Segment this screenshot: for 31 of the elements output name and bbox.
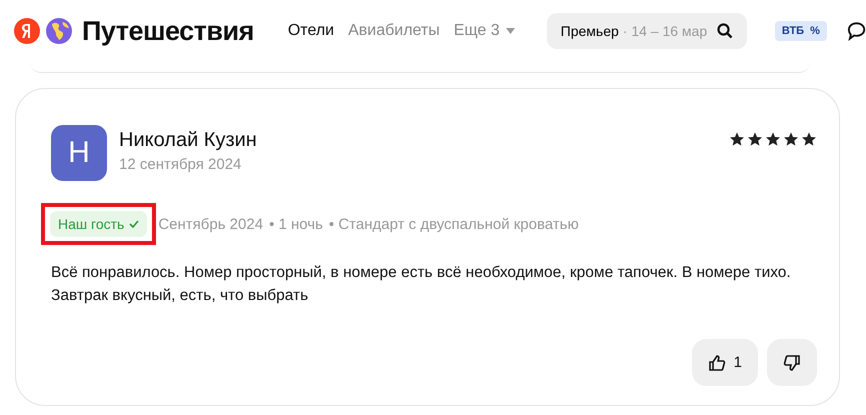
review-text: Всё понравилось. Номер просторный, в номере есть всё необходимое, кроме тапочек. В номере тихо. Завтрак вкусный, есть, что выбрать [51,263,792,306]
star-icon [747,131,763,147]
star-icon [729,131,745,147]
caret-icon [506,28,515,34]
review-date: 12 сентября 2024 [119,156,242,173]
dislike-button[interactable] [767,339,817,386]
nav-tab[interactable]: Отели [288,22,334,40]
search-field[interactable]: Премьер · 14 – 16 мар [546,13,747,49]
search-dates: · 14 – 16 мар [622,23,708,39]
author-name: Николай Кузин [119,129,258,152]
nav-tab[interactable]: Авиабилеты [348,22,440,40]
search-icon[interactable] [716,23,733,39]
avatar: Н [51,125,107,181]
brand-title: Путешествия [82,16,254,46]
star-icon [765,131,781,147]
thumbs-up-icon [708,354,726,372]
globe-icon [46,18,72,44]
logo-icon[interactable] [14,18,40,44]
stay-detail: Сентябрь 2024 [158,216,264,232]
thumbs-down-icon [783,354,801,372]
like-button[interactable]: 1 [692,339,758,386]
check-icon [129,220,140,228]
nav-tab[interactable]: Еще 3 [454,22,515,40]
star-icon [801,131,817,147]
stay-detail: • Стандарт с двуспальной кроватью [328,216,579,232]
bank-badge[interactable]: ВТБ % [774,21,827,41]
search-value: Премьер [560,23,619,39]
stay-detail: • 1 ночь [269,216,323,232]
chat-icon[interactable] [846,21,866,41]
guest-badge: Наш гость [50,211,148,237]
star-icon [783,131,799,147]
